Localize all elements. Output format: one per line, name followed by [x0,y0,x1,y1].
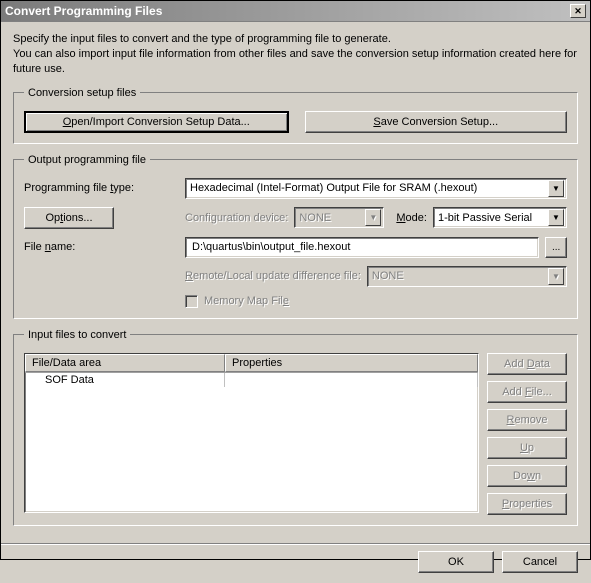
properties-button: Properties [487,493,567,515]
col-props-header[interactable]: Properties [225,354,478,372]
intro-text: Specify the input files to convert and t… [13,32,578,77]
input-files-legend: Input files to convert [24,329,130,341]
cancel-button[interactable]: Cancel [502,551,578,573]
open-import-button[interactable]: Open/Import Conversion Setup Data... [24,111,289,133]
remote-local-label: Remote/Local update difference file: [185,270,361,282]
save-setup-button[interactable]: Save Conversion Setup... [305,111,568,133]
dialog-content: Specify the input files to convert and t… [1,22,590,544]
options-button[interactable]: Options... [24,207,114,229]
file-type-value: Hexadecimal (Intel-Format) Output File f… [190,182,548,194]
mode-combo[interactable]: 1-bit Passive Serial ▼ [433,207,567,228]
chevron-down-icon: ▼ [548,268,564,285]
file-name-input[interactable] [190,240,536,254]
remove-button: Remove [487,409,567,431]
output-file-group: Output programming file Programming file… [13,154,578,319]
config-device-label: Configuration device: [185,212,288,224]
dialog-buttons: OK Cancel [1,544,590,583]
chevron-down-icon: ▼ [365,209,381,226]
col-file-header[interactable]: File/Data area [25,354,225,372]
titlebar: Convert Programming Files ✕ [1,1,590,22]
list-item[interactable]: SOF Data [25,373,478,387]
file-name-label: File name: [24,241,179,253]
down-button: Down [487,465,567,487]
add-file-button: Add File... [487,381,567,403]
output-file-legend: Output programming file [24,154,150,166]
input-files-group: Input files to convert File/Data area Pr… [13,329,578,526]
browse-button[interactable]: ... [545,237,567,258]
list-item-props [225,373,478,387]
memory-map-label: Memory Map File [204,295,289,307]
checkbox-icon [185,295,198,308]
conversion-setup-group: Conversion setup files Open/Import Conve… [13,87,578,144]
list-item-file: SOF Data [25,373,225,387]
remote-local-value: NONE [372,270,548,282]
config-device-combo: NONE ▼ [294,207,384,228]
window-title: Convert Programming Files [5,4,570,18]
config-device-value: NONE [299,212,365,224]
conversion-setup-legend: Conversion setup files [24,87,140,99]
chevron-down-icon[interactable]: ▼ [548,180,564,197]
add-data-button: Add Data [487,353,567,375]
up-button: Up [487,437,567,459]
mode-value: 1-bit Passive Serial [438,212,548,224]
input-files-list[interactable]: File/Data area Properties SOF Data [24,353,479,513]
file-type-combo[interactable]: Hexadecimal (Intel-Format) Output File f… [185,178,567,199]
mode-label: Mode: [396,212,427,224]
file-name-field[interactable] [185,237,539,258]
ok-button[interactable]: OK [418,551,494,573]
remote-local-combo: NONE ▼ [367,266,567,287]
dialog-window: Convert Programming Files ✕ Specify the … [0,0,591,560]
file-type-label: Programming file type: [24,182,179,194]
chevron-down-icon[interactable]: ▼ [548,209,564,226]
memory-map-checkbox: Memory Map File [185,295,289,308]
close-icon[interactable]: ✕ [570,4,586,18]
